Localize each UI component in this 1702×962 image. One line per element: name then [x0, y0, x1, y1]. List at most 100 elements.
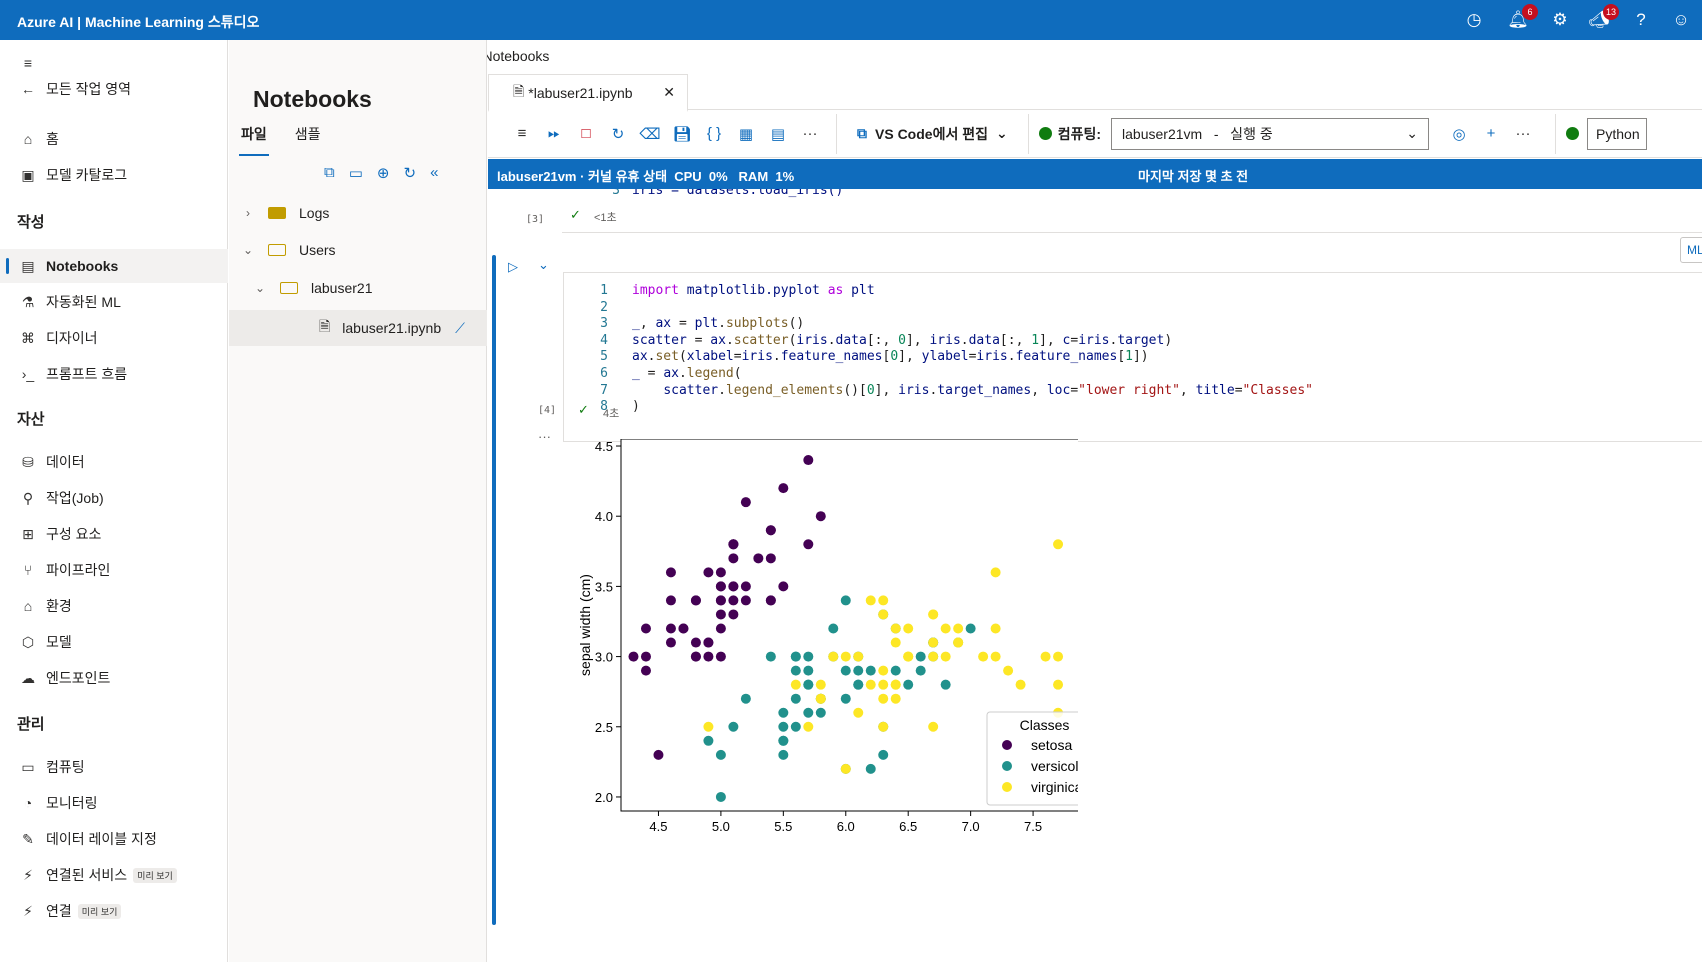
- code-cell[interactable]: 1 2 3 4 5 6 7 8 import matplotlib.pyplot…: [563, 272, 1702, 442]
- run-all-icon[interactable]: ⏩︎: [538, 125, 570, 142]
- code-line: ): [632, 399, 640, 415]
- data-point-versicolor: [865, 763, 876, 774]
- data-point-versicolor: [765, 651, 776, 662]
- data-point-virginica: [1015, 679, 1026, 690]
- collapse-icon[interactable]: «: [430, 164, 438, 182]
- data-point-virginica: [865, 679, 876, 690]
- page-title: Notebooks: [253, 86, 372, 112]
- nav-compute[interactable]: ▭ 컴퓨팅: [0, 750, 228, 784]
- data-point-virginica: [1003, 665, 1014, 676]
- nav-connected-services[interactable]: ⚡︎ 연결된 서비스 미리 보기: [0, 858, 228, 892]
- nav-endpoints[interactable]: ☁ 엔드포인트: [0, 661, 228, 695]
- data-point-setosa: [803, 539, 814, 550]
- x-tick-label: 4.5: [649, 819, 667, 834]
- data-point-versicolor: [803, 651, 814, 662]
- tab-files[interactable]: 파일: [239, 124, 269, 156]
- data-point-setosa: [640, 651, 651, 662]
- data-point-virginica: [928, 637, 939, 648]
- notebook-file-icon: 🗎︎: [513, 82, 525, 99]
- tab-samples[interactable]: 샘플: [293, 124, 323, 156]
- nav-components[interactable]: ⊞ 구성 요소: [0, 517, 228, 551]
- vscode-icon[interactable]: ⧉: [324, 164, 335, 182]
- nav-data-labeling[interactable]: ✎ 데이터 레이블 지정: [0, 822, 228, 856]
- folder-icon: [268, 207, 286, 219]
- data-point-virginica: [840, 651, 851, 662]
- feedback-megaphone-icon[interactable]: 📣︎ 13: [1588, 4, 1619, 31]
- nav-automl[interactable]: ⚗ 자동화된 ML: [0, 285, 228, 319]
- tree-item-notebook-file[interactable]: 🗎︎ labuser21.ipynb ⟋: [229, 310, 487, 346]
- x-tick-label: 6.5: [899, 819, 917, 834]
- nav-all-workspaces[interactable]: ← 모든 작업 영역: [0, 72, 228, 106]
- section-assets: 자산: [17, 411, 45, 428]
- compute-details-icon[interactable]: ◎: [1443, 125, 1475, 143]
- edit-in-vscode-button[interactable]: ⧉ VS Code에서 편집 ⌄: [847, 124, 1018, 144]
- x-tick-label: 6.0: [837, 819, 855, 834]
- vscode-icon: ⧉: [857, 125, 867, 141]
- environment-icon: ⌂: [23, 598, 33, 614]
- nav-notebooks[interactable]: ▤ Notebooks: [0, 249, 228, 283]
- nav-data[interactable]: ⛁ 데이터: [0, 445, 228, 479]
- nav-model-catalog[interactable]: ▣ 모델 카탈로그: [0, 158, 228, 192]
- menu-icon[interactable]: ≡: [506, 125, 538, 142]
- notification-bell-icon[interactable]: 🔔︎ 6: [1507, 4, 1538, 31]
- y-tick-label: 2.0: [595, 790, 613, 805]
- data-point-setosa: [778, 581, 789, 592]
- run-cell-icon[interactable]: ▷: [508, 259, 518, 275]
- data-point-setosa: [753, 553, 764, 564]
- compute-label: 컴퓨팅:: [1038, 124, 1101, 144]
- variables-icon[interactable]: { }: [698, 125, 730, 142]
- close-icon[interactable]: ✕: [663, 84, 675, 101]
- line-number: 4: [600, 332, 608, 348]
- data-point-setosa: [665, 595, 676, 606]
- tree-item-labuser21[interactable]: ⌄ labuser21: [229, 270, 487, 306]
- compute-select[interactable]: labuser21vm - 실행 중 ⌄: [1111, 117, 1430, 150]
- y-tick-label: 4.0: [595, 509, 613, 524]
- data-point-versicolor: [790, 693, 801, 704]
- terminal-icon[interactable]: ▭: [349, 164, 363, 182]
- settings-gear-icon[interactable]: ⚙: [1549, 9, 1571, 31]
- smiley-icon[interactable]: ☺: [1670, 9, 1692, 31]
- notification-badge: 6: [1522, 4, 1538, 20]
- data-point-virginica: [878, 693, 889, 704]
- data-point-setosa: [765, 595, 776, 606]
- restart-icon[interactable]: ↻: [602, 125, 634, 143]
- nav-designer[interactable]: ⌘ 디자이너: [0, 321, 228, 355]
- previous-cell[interactable]: 3 iris = datasets.load_iris() [3] ✓ <1초: [526, 189, 1702, 233]
- refresh-icon[interactable]: ↻: [403, 164, 416, 182]
- history-icon[interactable]: ◷: [1463, 9, 1485, 31]
- nav-prompt-flow[interactable]: ›_ 프롬프트 흐름: [0, 357, 228, 391]
- help-icon[interactable]: ?: [1630, 9, 1652, 31]
- code-line: ax.set(xlabel=iris.feature_names[0], yla…: [632, 349, 1149, 365]
- active-cell-indicator: [492, 255, 496, 925]
- add-file-icon[interactable]: ⊕: [377, 164, 390, 182]
- outline-icon[interactable]: ▤: [762, 125, 794, 143]
- nav-home[interactable]: ⌂ 홈: [0, 122, 228, 156]
- markdown-button[interactable]: ML: [1680, 237, 1702, 263]
- data-point-setosa: [765, 553, 776, 564]
- nav-connections[interactable]: ⚡︎ 연결 미리 보기: [0, 894, 228, 928]
- nav-environments[interactable]: ⌂ 환경: [0, 589, 228, 623]
- data-point-versicolor: [840, 595, 851, 606]
- tree-item-users[interactable]: ⌄ Users: [229, 232, 487, 268]
- table-icon[interactable]: ▦: [730, 125, 762, 143]
- tab-notebook[interactable]: 🗎︎ *labuser21.ipynb ✕: [488, 74, 688, 112]
- monitor-icon: ▭: [21, 758, 35, 775]
- more-icon[interactable]: ···: [794, 125, 826, 142]
- nav-pipelines[interactable]: ⑂ 파이프라인: [0, 553, 228, 587]
- collapse-cell-chevron-icon[interactable]: ⌄: [538, 257, 549, 273]
- data-point-setosa: [628, 651, 639, 662]
- kernel-select[interactable]: Python: [1587, 117, 1648, 150]
- data-point-virginica: [865, 595, 876, 606]
- nav-monitoring[interactable]: ◔ 모니터링: [0, 786, 228, 820]
- more-icon[interactable]: ···: [1507, 125, 1539, 142]
- nav-models[interactable]: ⬡ 모델: [0, 625, 228, 659]
- tree-item-logs[interactable]: › Logs: [229, 195, 487, 231]
- stop-icon[interactable]: □: [570, 125, 602, 142]
- clear-outputs-icon[interactable]: ⌫: [634, 125, 666, 143]
- nav-jobs[interactable]: ⚲ 작업(Job): [0, 481, 228, 515]
- save-icon[interactable]: 💾︎: [666, 125, 698, 143]
- data-point-virginica: [828, 651, 839, 662]
- left-navigation: ≡ ← 모든 작업 영역 ⌂ 홈 ▣ 모델 카탈로그 작성 ▤ Notebooks ⚗ 자…: [0, 40, 228, 962]
- output-more-icon[interactable]: ···: [538, 429, 551, 444]
- add-compute-icon[interactable]: +: [1475, 125, 1507, 142]
